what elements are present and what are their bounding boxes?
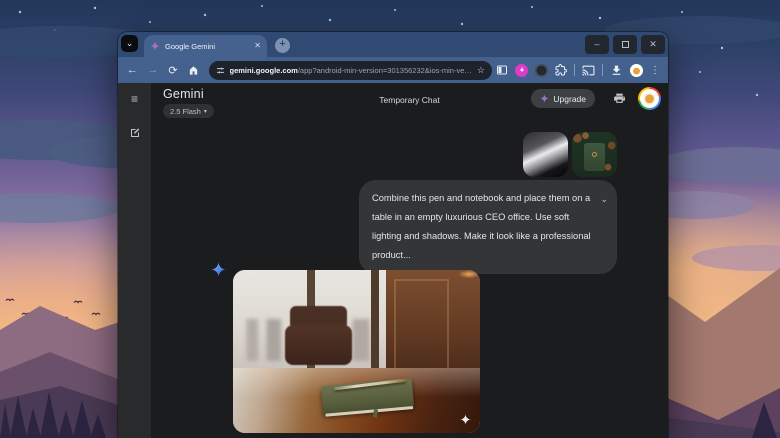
- tab-search-button[interactable]: ⌄: [121, 35, 138, 52]
- window-controls: – ✕: [585, 32, 668, 54]
- attachment-green-notebook-photo[interactable]: [572, 132, 617, 177]
- cast-icon[interactable]: [582, 64, 595, 77]
- reload-button[interactable]: ⟳: [165, 64, 181, 77]
- chair-headrest: [290, 306, 347, 327]
- browser-tab-google-gemini[interactable]: Google Gemini ✕: [144, 35, 267, 57]
- maximize-icon: [622, 41, 629, 48]
- new-chat-compose-icon[interactable]: [129, 127, 141, 139]
- main-menu-hamburger-icon[interactable]: ≡: [131, 93, 138, 105]
- extensions-puzzle-icon[interactable]: [555, 64, 567, 76]
- close-icon: ✕: [649, 40, 657, 49]
- user-profile-avatar[interactable]: [638, 87, 661, 110]
- gemini-sparkle-icon: [540, 94, 549, 103]
- site-settings-tune-icon[interactable]: [216, 66, 225, 75]
- browser-menu-kebab-icon[interactable]: ⋮: [650, 65, 660, 76]
- bookmark-star-icon[interactable]: ☆: [477, 65, 485, 76]
- chat-area: Combine this pen and notebook and place …: [151, 121, 668, 438]
- attachment-thumbnails: [523, 132, 617, 177]
- back-button[interactable]: ←: [124, 64, 140, 76]
- close-button[interactable]: ✕: [641, 35, 665, 54]
- url-text: gemini.google.com/app?android-min-versio…: [230, 66, 472, 75]
- browser-toolbar: ← → ⟳ gemini.google.com/app?android-min-…: [118, 57, 668, 83]
- url-path: /app?android-min-version=301356232&ios-m…: [298, 66, 472, 75]
- model-name: 2.5 Flash: [170, 107, 201, 116]
- browser-profile-avatar[interactable]: [630, 64, 643, 77]
- gemini-watermark-sparkle-icon: [460, 414, 471, 425]
- upgrade-button[interactable]: Upgrade: [531, 89, 595, 108]
- tab-strip: ⌄ Google Gemini ✕ + – ✕: [118, 32, 668, 57]
- url-host: gemini.google.com: [230, 66, 298, 75]
- upgrade-label: Upgrade: [553, 94, 586, 104]
- gemini-page: ≡ Gemini 2.5 Flash ▾ Temporary Chat: [118, 83, 668, 438]
- dark-extension-icon[interactable]: [535, 64, 548, 77]
- gemini-main: Gemini 2.5 Flash ▾ Temporary Chat Upgrad…: [151, 83, 668, 438]
- minimize-icon: –: [594, 40, 599, 49]
- chevron-down-icon: ⌄: [126, 39, 134, 48]
- user-message-text: Combine this pen and notebook and place …: [372, 193, 591, 260]
- new-tab-button[interactable]: +: [275, 38, 290, 53]
- home-icon: [188, 65, 199, 76]
- generated-office-image[interactable]: [233, 270, 480, 433]
- browser-window: ⌄ Google Gemini ✕ + – ✕: [118, 32, 668, 438]
- tab-title: Google Gemini: [165, 42, 249, 51]
- printer-icon[interactable]: [613, 92, 626, 105]
- toolbar-extension-area: ⋮: [496, 64, 662, 77]
- caret-down-icon: ▾: [204, 108, 207, 115]
- minimize-button[interactable]: –: [585, 35, 609, 54]
- gemini-response-sparkle-icon: [211, 262, 226, 277]
- side-panel-icon[interactable]: [496, 64, 508, 76]
- expand-message-chevron-icon[interactable]: ⌄: [600, 190, 608, 209]
- maximize-button[interactable]: [613, 35, 637, 54]
- address-bar[interactable]: gemini.google.com/app?android-min-versio…: [209, 61, 492, 80]
- model-selector[interactable]: 2.5 Flash ▾: [163, 104, 214, 118]
- toolbar-divider: [602, 64, 603, 76]
- leather-chair: [285, 325, 352, 364]
- avatar-photo: [640, 89, 659, 108]
- pink-extension-icon[interactable]: [515, 64, 528, 77]
- tab-close-icon[interactable]: ✕: [254, 42, 261, 50]
- user-message-bubble[interactable]: Combine this pen and notebook and place …: [359, 180, 617, 274]
- gemini-favicon-icon: [150, 41, 160, 51]
- forward-button[interactable]: →: [144, 64, 160, 76]
- gemini-app-title: Gemini: [163, 87, 204, 101]
- notebook-emblem: [592, 152, 597, 157]
- warm-light-glow: [426, 270, 480, 312]
- toolbar-divider: [574, 64, 575, 76]
- window-mullion: [371, 270, 378, 371]
- downloads-icon[interactable]: [610, 64, 623, 77]
- home-button[interactable]: [185, 65, 201, 76]
- temporary-chat-label: Temporary Chat: [379, 95, 439, 105]
- attachment-pen-notebook-photo[interactable]: [523, 132, 568, 177]
- desktop-wallpaper: ⌄ Google Gemini ✕ + – ✕: [0, 0, 780, 438]
- gemini-sidebar: ≡: [118, 83, 151, 438]
